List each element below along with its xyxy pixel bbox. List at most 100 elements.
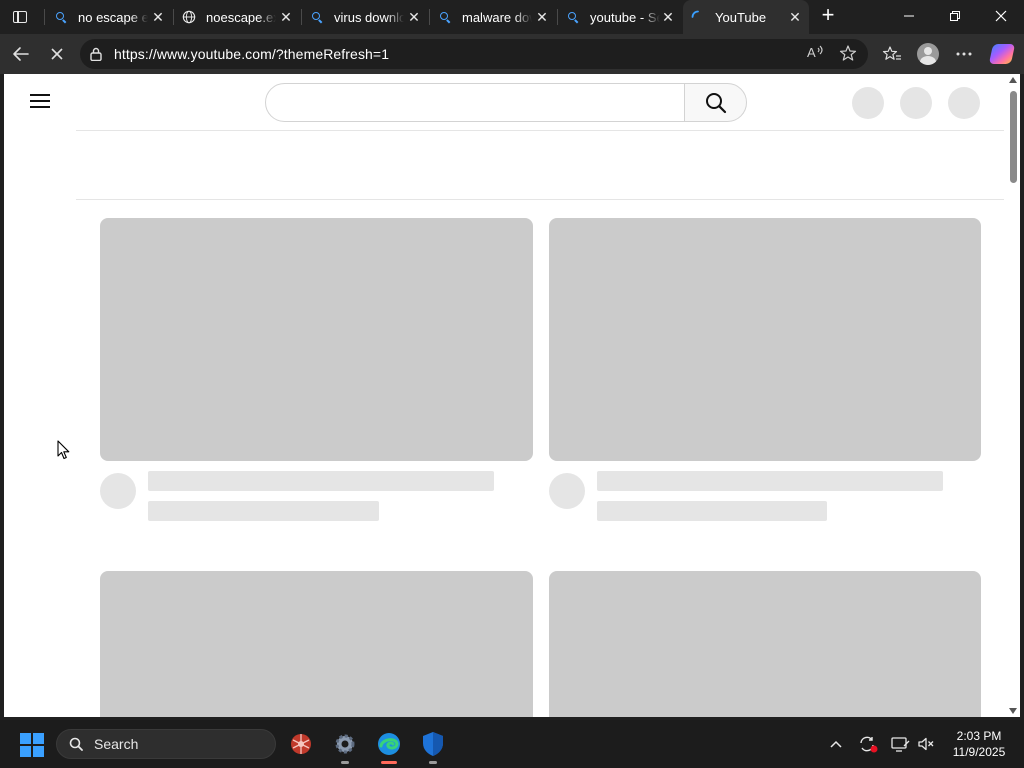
close-tab-icon[interactable]: ✕ [660, 9, 676, 25]
page-scrollbar[interactable] [1007, 74, 1020, 717]
channel-avatar-placeholder [549, 473, 585, 509]
browser-titlebar: no escape ex ✕ noescape.exe ✕ virus down… [0, 0, 1024, 34]
stop-loading-button[interactable] [44, 40, 70, 68]
guide-menu-button[interactable] [30, 94, 50, 110]
close-tab-icon[interactable]: ✕ [406, 9, 422, 25]
close-tab-icon[interactable]: ✕ [278, 9, 294, 25]
address-bar[interactable]: https://www.youtube.com/?themeRefresh=1 … [80, 39, 868, 69]
taskbar-app-noescape[interactable] [285, 728, 317, 760]
tab-separator [44, 9, 45, 25]
search-icon [438, 10, 452, 24]
scrollbar-thumb[interactable] [1010, 91, 1017, 183]
taskbar-app-settings[interactable] [329, 728, 361, 764]
video-meta-placeholder [148, 501, 379, 521]
tab-title: malware dow [462, 9, 532, 25]
tab-noescape-exe[interactable]: noescape.exe ✕ [174, 4, 300, 30]
scroll-down-arrow-icon[interactable] [1009, 708, 1017, 714]
chips-divider [76, 199, 1004, 200]
search-icon [69, 737, 83, 751]
video-thumbnail-placeholder [549, 218, 981, 461]
system-clock[interactable]: 2:03 PM 11/9/2025 [944, 728, 1014, 760]
running-indicator [341, 761, 349, 764]
tab-title: virus downlo [334, 9, 404, 25]
tab-title: noescape.exe [206, 9, 276, 25]
video-thumbnail-placeholder [549, 571, 981, 717]
tab-title: YouTube [715, 9, 767, 25]
copilot-button[interactable] [988, 42, 1016, 66]
sync-alert-icon [860, 736, 878, 753]
tab-actions-menu-button[interactable] [8, 6, 32, 28]
avatar-placeholder [948, 87, 980, 119]
hamburger-icon-bar [30, 100, 50, 102]
windows-logo-icon [20, 746, 31, 757]
more-dots-icon [956, 52, 972, 56]
windows-logo-icon [33, 733, 44, 744]
close-window-button[interactable] [978, 0, 1024, 32]
read-aloud-icon[interactable]: A [806, 44, 826, 64]
tab-virus-download-search[interactable]: virus downlo ✕ [302, 4, 428, 30]
back-button[interactable] [8, 40, 34, 68]
tab-title: no escape ex [78, 9, 148, 25]
hamburger-icon-bar [30, 106, 50, 108]
tab-title: youtube - Se [590, 9, 660, 25]
taskbar-search-label: Search [94, 736, 139, 752]
youtube-page [4, 74, 1020, 717]
youtube-search-input[interactable] [265, 83, 685, 122]
tab-malware-download-search[interactable]: malware dow ✕ [430, 4, 556, 30]
taskbar-app-edge[interactable] [373, 728, 405, 764]
svg-text:A: A [807, 45, 816, 60]
start-button[interactable] [20, 733, 44, 757]
browser-toolbar: https://www.youtube.com/?themeRefresh=1 … [0, 34, 1024, 74]
tab-actions-icon [13, 11, 27, 23]
hamburger-icon-bar [30, 94, 50, 96]
favorites-button[interactable] [880, 42, 904, 66]
taskbar-search-box[interactable]: Search [56, 729, 276, 759]
show-hidden-icons-button[interactable] [824, 732, 848, 756]
tab-youtube-search[interactable]: youtube - Se ✕ [558, 4, 682, 30]
mouse-cursor-icon [57, 440, 70, 460]
back-arrow-icon [13, 47, 29, 61]
red-globe-app-icon [291, 734, 311, 754]
tab-no-escape-search[interactable]: no escape ex ✕ [46, 4, 172, 30]
clock-time: 2:03 PM [956, 729, 1002, 743]
gear-icon [335, 734, 355, 754]
minimize-icon [904, 15, 914, 17]
search-icon [705, 92, 726, 113]
settings-more-button[interactable] [952, 42, 976, 66]
restore-button[interactable] [932, 0, 978, 32]
favorites-icon [882, 46, 901, 60]
youtube-search-button[interactable] [684, 83, 747, 122]
search-icon [54, 10, 68, 24]
video-title-placeholder [148, 471, 494, 491]
channel-avatar-placeholder [100, 473, 136, 509]
globe-icon [182, 10, 196, 24]
copilot-icon [988, 44, 1016, 64]
profile-avatar-icon [917, 43, 939, 65]
volume-muted-icon [918, 737, 934, 751]
tray-network-button[interactable] [888, 732, 912, 756]
windows-logo-icon [33, 746, 44, 757]
stop-x-icon [51, 48, 63, 60]
video-meta-placeholder [597, 501, 827, 521]
shield-icon [423, 732, 443, 756]
lock-icon[interactable] [90, 47, 102, 61]
close-tab-icon[interactable]: ✕ [787, 9, 803, 25]
profile-button[interactable] [916, 42, 940, 66]
close-tab-icon[interactable]: ✕ [534, 9, 550, 25]
restore-icon [950, 11, 960, 21]
tray-volume-button[interactable] [914, 732, 938, 756]
scroll-up-arrow-icon[interactable] [1009, 77, 1017, 83]
close-icon [995, 10, 1007, 22]
close-tab-icon[interactable]: ✕ [150, 9, 166, 25]
clock-date: 11/9/2025 [952, 745, 1006, 759]
windows-taskbar: Search 2:03 PM 11/9/2025 [0, 720, 1024, 768]
video-thumbnail-placeholder [100, 571, 533, 717]
favorite-star-icon[interactable] [838, 44, 858, 64]
minimize-button[interactable] [886, 0, 932, 32]
search-icon [566, 10, 580, 24]
url-text[interactable]: https://www.youtube.com/?themeRefresh=1 [114, 46, 389, 62]
tab-youtube-active[interactable]: YouTube ✕ [683, 0, 809, 34]
tray-sync-button[interactable] [856, 732, 880, 756]
new-tab-button[interactable]: + [816, 4, 840, 28]
taskbar-app-defender[interactable] [417, 728, 449, 764]
